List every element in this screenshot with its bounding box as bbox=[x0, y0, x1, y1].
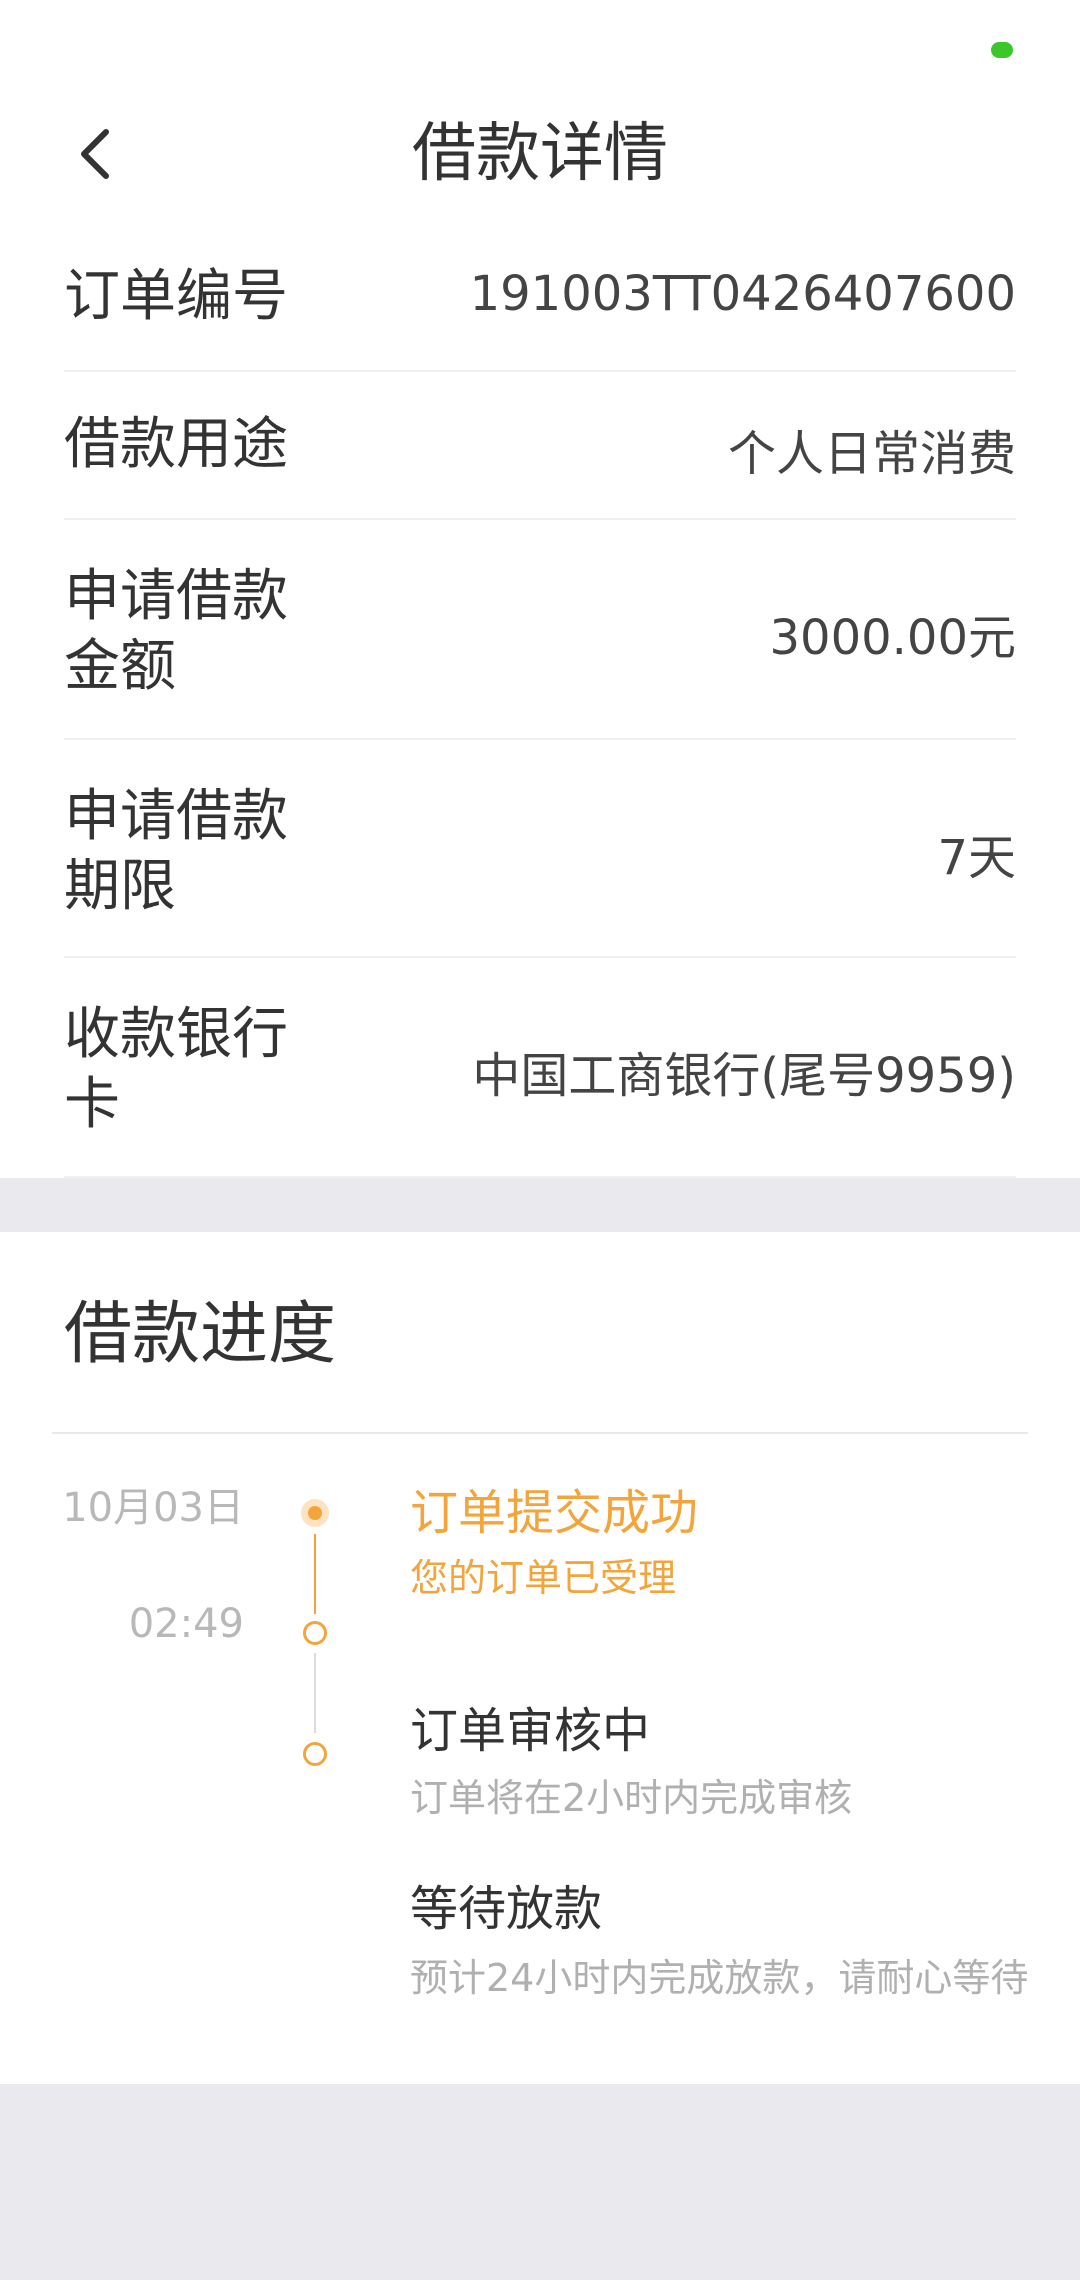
step-1-marker-core bbox=[308, 1506, 322, 1520]
step-1-desc: 您的订单已受理 bbox=[410, 1556, 677, 1600]
row-amount: 申请借款金额 3000.00元 bbox=[64, 518, 1016, 740]
step-3-marker-icon bbox=[303, 1742, 327, 1766]
order-no-value: 191003TT0426407600 bbox=[469, 266, 1016, 322]
step-2-desc: 订单将在2小时内完成审核 bbox=[410, 1776, 853, 1820]
step-time: 02:49 bbox=[128, 1601, 244, 1647]
timeline-line-active bbox=[314, 1534, 316, 1614]
step-3-desc: 预计24小时内完成放款，请耐心等待 bbox=[410, 1956, 1029, 2000]
step-2-title: 订单审核中 bbox=[410, 1703, 651, 1759]
bank-card-label: 收款银行卡 bbox=[64, 1002, 288, 1137]
row-bank-card: 收款银行卡 中国工商银行(尾号9959) bbox=[64, 956, 1016, 1178]
section-divider bbox=[52, 1432, 1028, 1434]
term-label: 申请借款期限 bbox=[64, 784, 288, 919]
progress-section-title: 借款进度 bbox=[64, 1295, 337, 1374]
term-value: 7天 bbox=[937, 830, 1016, 886]
row-term: 申请借款期限 7天 bbox=[64, 738, 1016, 958]
step-1-title: 订单提交成功 bbox=[410, 1485, 699, 1541]
step-date: 10月03日 bbox=[62, 1485, 244, 1531]
row-order-no: 订单编号 191003TT0426407600 bbox=[64, 258, 1016, 372]
purpose-label: 借款用途 bbox=[64, 412, 288, 477]
timeline-line bbox=[314, 1653, 316, 1733]
step-2-marker-icon bbox=[303, 1621, 327, 1645]
bank-card-value: 中国工商银行(尾号9959) bbox=[472, 1048, 1016, 1104]
nav-bar: 借款详情 bbox=[0, 100, 1080, 208]
page-title: 借款详情 bbox=[412, 117, 668, 191]
status-indicator bbox=[991, 42, 1013, 58]
row-purpose: 借款用途 个人日常消费 bbox=[64, 370, 1016, 520]
step-3-title: 等待放款 bbox=[410, 1881, 603, 1937]
purpose-value: 个人日常消费 bbox=[727, 426, 1016, 482]
order-no-label: 订单编号 bbox=[64, 264, 288, 329]
amount-label: 申请借款金额 bbox=[64, 564, 288, 699]
amount-value: 3000.00元 bbox=[769, 610, 1017, 666]
